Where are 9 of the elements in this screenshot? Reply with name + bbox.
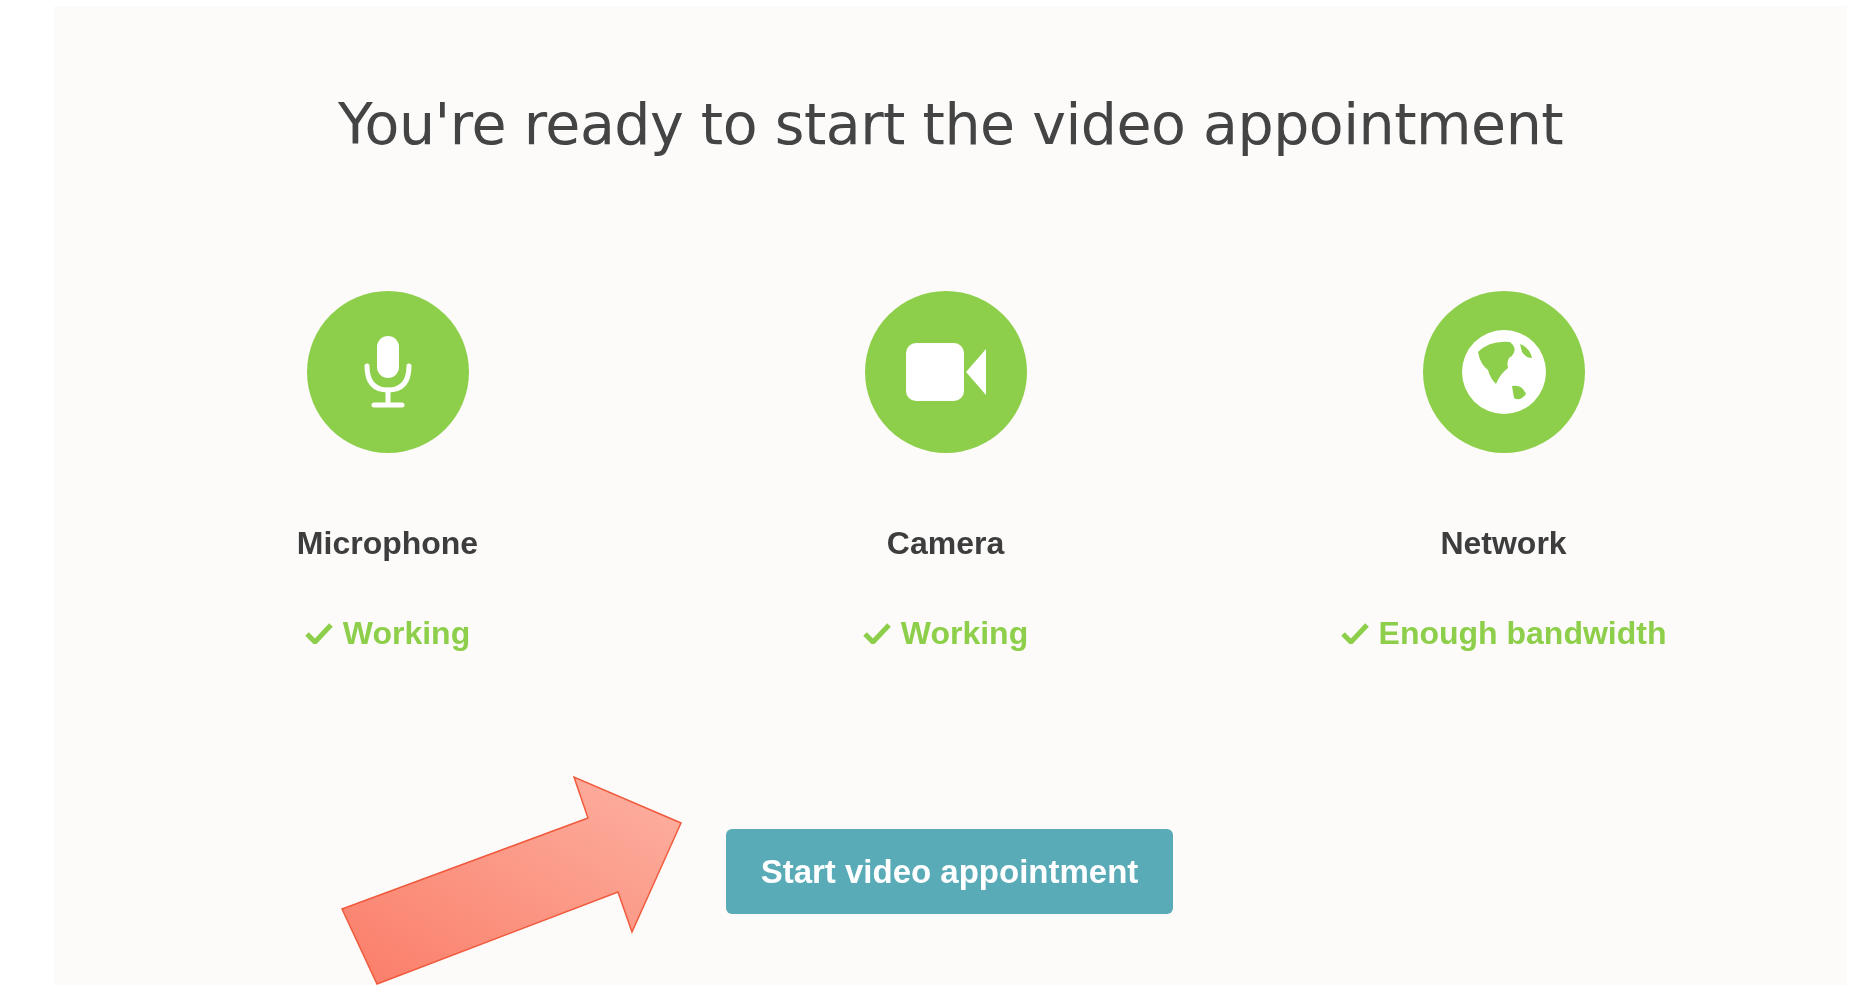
check-status: Working [900, 614, 1029, 653]
check-status: Working [342, 614, 471, 653]
start-appointment-button[interactable]: Start video appointment [726, 829, 1173, 914]
globe-icon [1459, 328, 1548, 416]
check-label: Network [1440, 524, 1567, 563]
video-camera-icon [903, 341, 988, 403]
check-status: Enough bandwidth [1378, 614, 1667, 653]
check-label: Camera [886, 524, 1005, 563]
check-label: Microphone [296, 524, 479, 563]
